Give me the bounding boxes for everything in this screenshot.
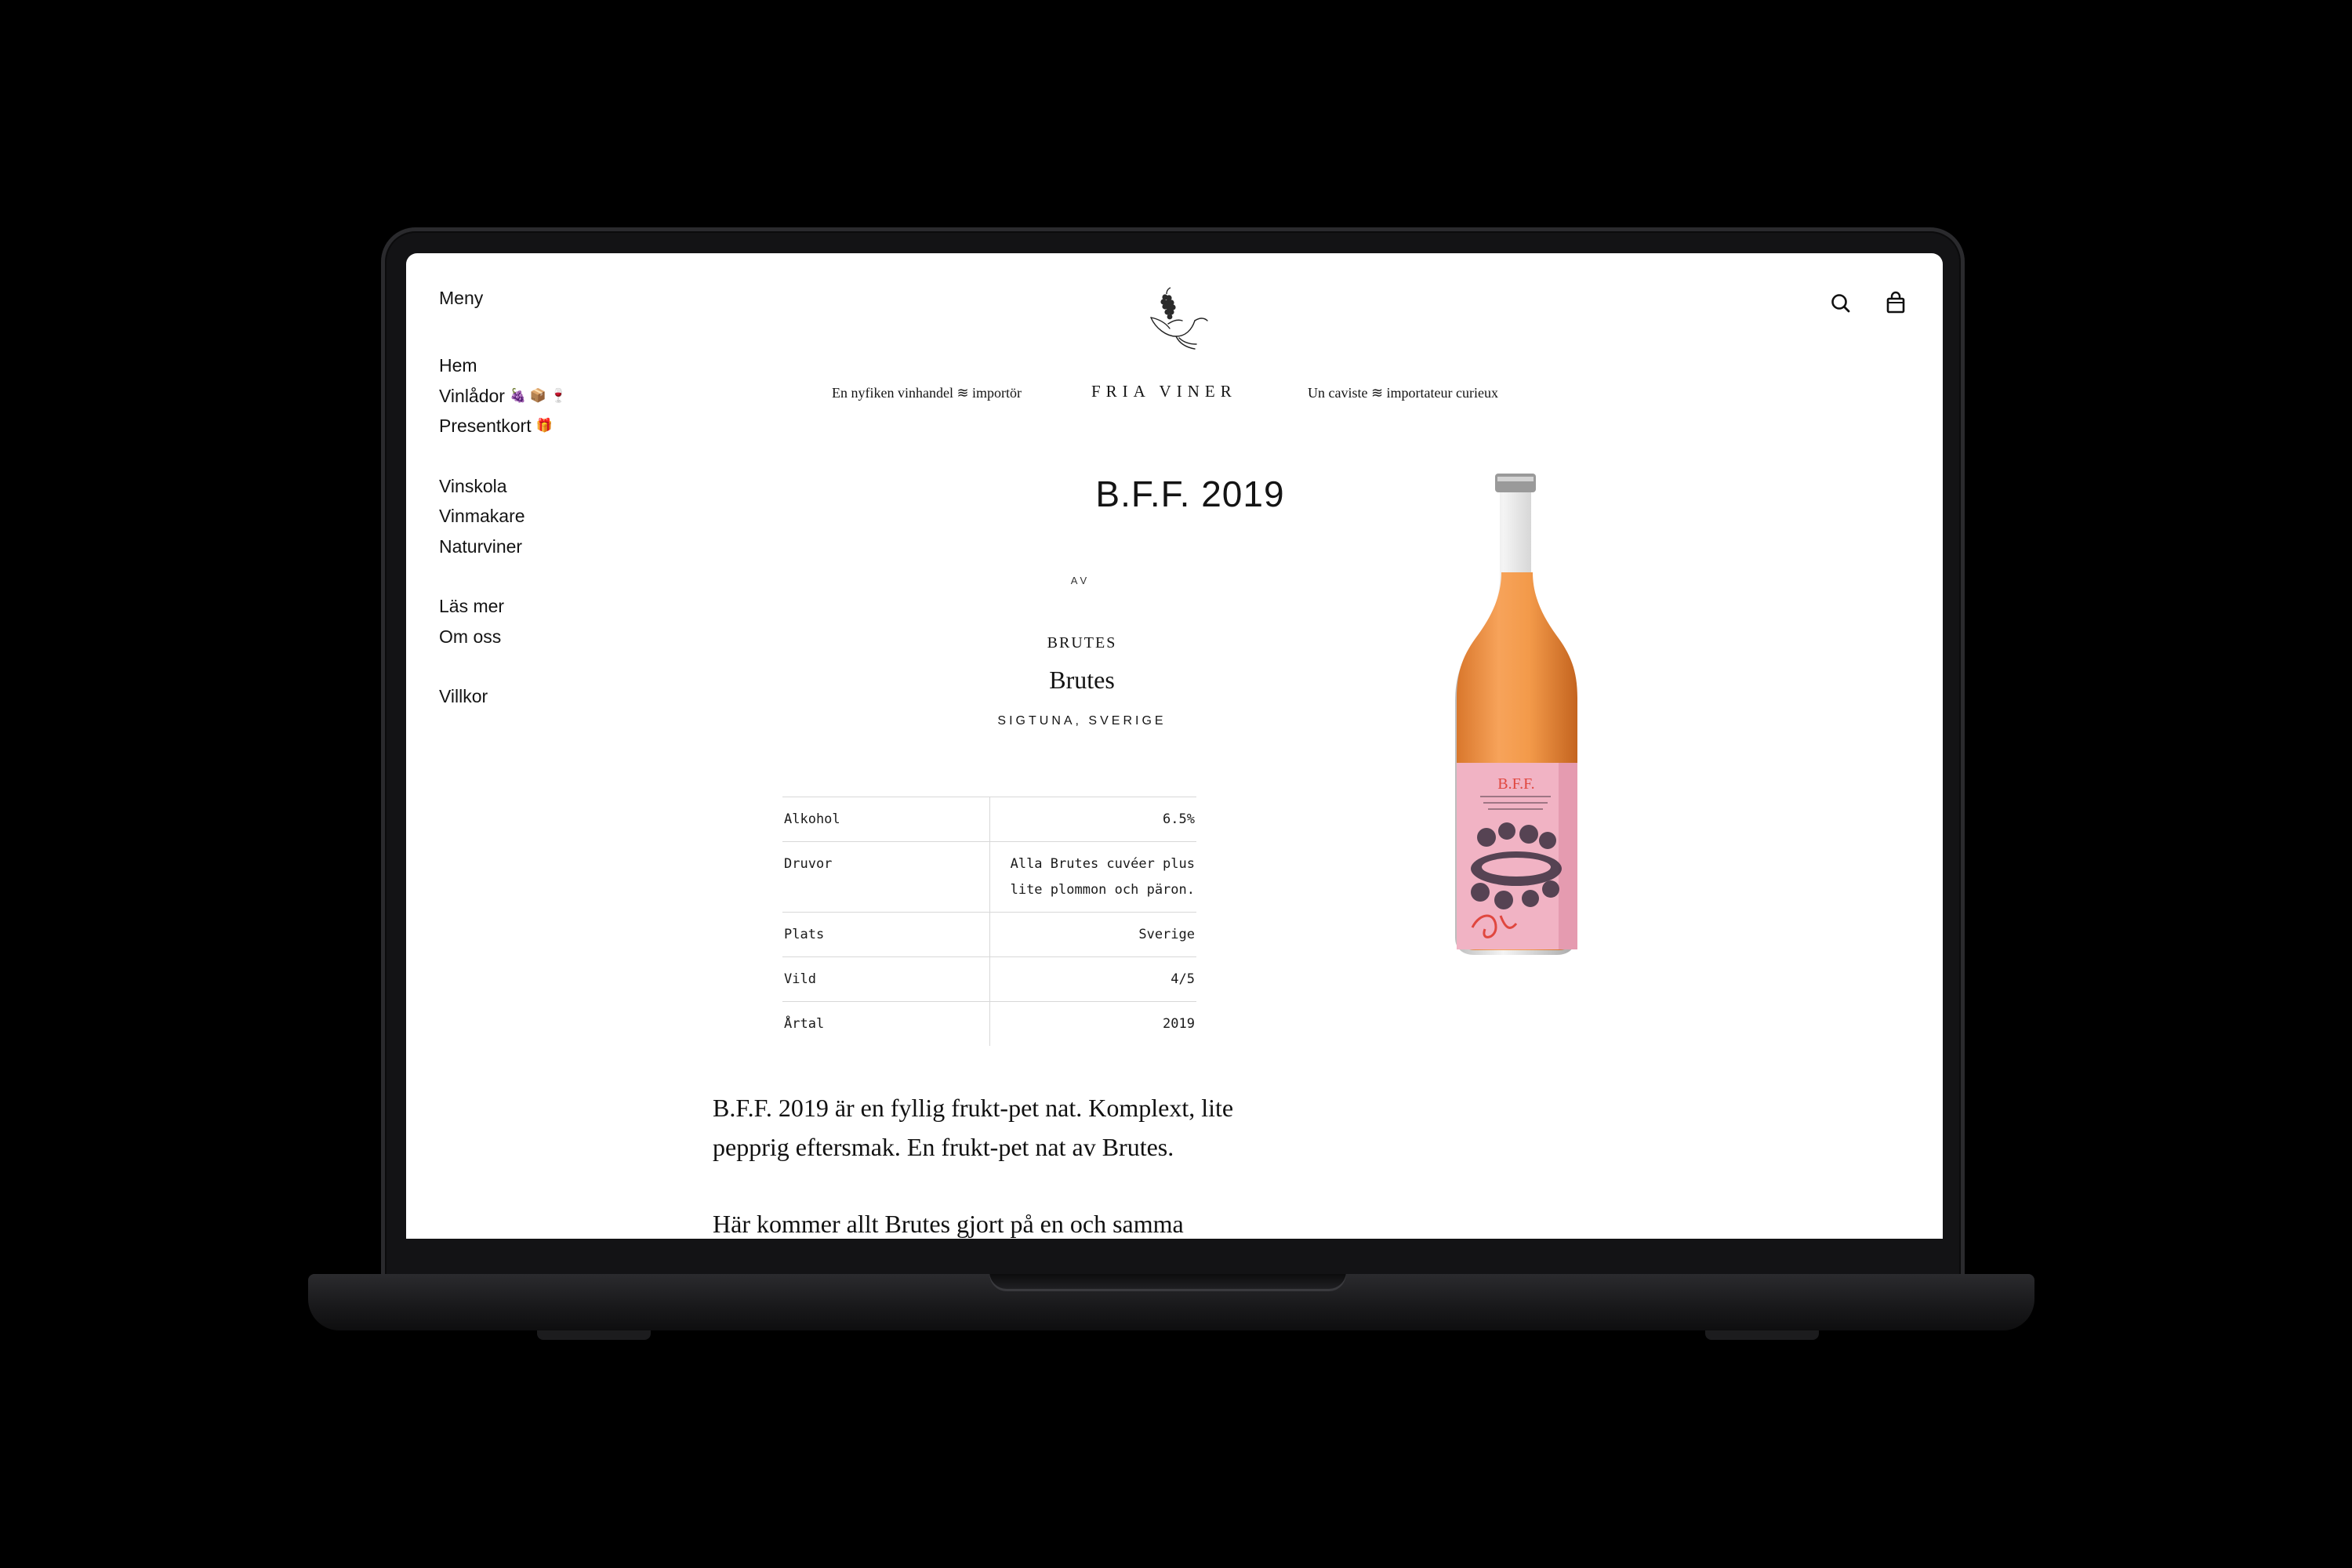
menu-button[interactable]: Meny <box>439 288 483 309</box>
browser-screen: Meny Hem Vinlådor 🍇 📦 🍷 Presentkort 🎁 Vins… <box>406 253 1943 1239</box>
spec-key: Druvor <box>782 841 990 913</box>
nav-item-om-oss[interactable]: Om oss <box>439 622 567 652</box>
product-description: B.F.F. 2019 är en fyllig frukt-pet nat. … <box>713 1094 1234 1161</box>
product-title: B.F.F. 2019 <box>1095 474 1285 514</box>
spec-value: Sverige <box>989 912 1196 957</box>
bottle-label-text: B.F.F. <box>1497 775 1534 793</box>
spec-value: 6.5% <box>989 797 1196 842</box>
nav-item-label: Hem <box>439 355 477 376</box>
spec-value: 2019 <box>989 1001 1196 1046</box>
cart-icon[interactable] <box>1882 289 1910 318</box>
spec-key: Alkohol <box>782 797 990 842</box>
laptop-notch <box>989 1274 1346 1291</box>
grape-box-wine-icon: 🍇 📦 🍷 <box>509 387 567 403</box>
nav-item-label: Vinlådor <box>439 385 505 406</box>
nav-group-terms: Villkor <box>439 681 567 712</box>
table-row: Plats Sverige <box>782 912 1196 957</box>
tagline-swedish: En nyfiken vinhandel ≋ importör <box>832 385 1022 401</box>
producer-region: SIGTUNA, SVERIGE <box>997 714 1167 728</box>
spec-key: Årtal <box>782 1001 990 1046</box>
tagline-french: Un caviste ≋ importateur curieux <box>1308 385 1498 401</box>
gift-icon: 🎁 <box>535 418 553 433</box>
spec-value: Alla Brutes cuvéer plus lite plommon och… <box>989 841 1196 913</box>
brand-wordmark[interactable]: FRIA VINER <box>1091 382 1237 401</box>
search-icon[interactable] <box>1827 289 1855 318</box>
nav-item-hem[interactable]: Hem <box>439 350 567 381</box>
by-label: AV <box>1070 575 1091 586</box>
spec-table: Alkohol 6.5% Druvor Alla Brutes cuvéer p… <box>782 797 1196 1046</box>
table-row: Druvor Alla Brutes cuvéer plus lite plom… <box>782 841 1196 913</box>
spec-value: 4/5 <box>989 956 1196 1002</box>
table-row: Alkohol 6.5% <box>782 797 1196 842</box>
nav-item-presentkort[interactable]: Presentkort 🎁 <box>439 411 567 441</box>
bird-logo-icon[interactable] <box>1145 286 1212 352</box>
nav-item-las-mer[interactable]: Läs mer <box>439 591 567 622</box>
side-navigation: Hem Vinlådor 🍇 📦 🍷 Presentkort 🎁 Vinskola … <box>439 350 567 742</box>
laptop-foot-right <box>1705 1330 1819 1340</box>
product-description-continued: Här kommer allt Brutes gjort på en och s… <box>713 1210 1184 1238</box>
nav-item-label: Presentkort <box>439 416 532 436</box>
table-row: Vild 4/5 <box>782 956 1196 1002</box>
table-row: Årtal 2019 <box>782 1001 1196 1046</box>
product-bottle-image: B.F.F. <box>1455 474 1577 955</box>
nav-item-vinlador[interactable]: Vinlådor 🍇 📦 🍷 <box>439 381 567 412</box>
laptop-foot-left <box>537 1330 651 1340</box>
nav-item-naturviner[interactable]: Naturviner <box>439 532 567 562</box>
nav-item-villkor[interactable]: Villkor <box>439 681 567 712</box>
producer-caps: BRUTES <box>1047 634 1117 652</box>
producer-link[interactable]: Brutes <box>925 666 1239 695</box>
spec-key: Vild <box>782 956 990 1002</box>
nav-group-about: Läs mer Om oss <box>439 591 567 652</box>
nav-group-shop: Hem Vinlådor 🍇 📦 🍷 Presentkort 🎁 <box>439 350 567 441</box>
spec-key: Plats <box>782 912 990 957</box>
